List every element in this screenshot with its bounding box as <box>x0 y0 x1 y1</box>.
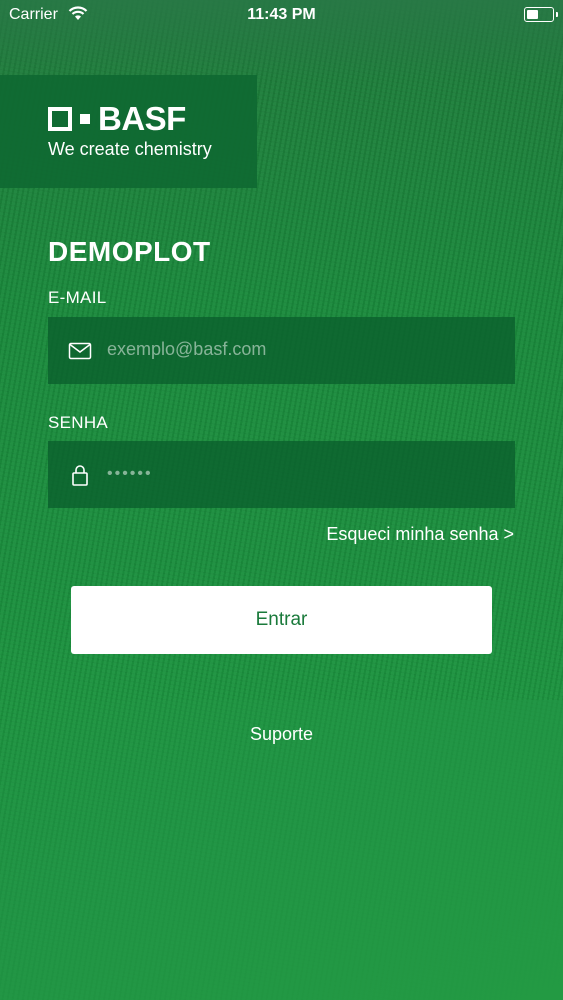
logo-wordmark: BASF <box>98 100 186 137</box>
logo-dot-icon <box>80 114 90 124</box>
login-button[interactable]: Entrar <box>71 586 492 654</box>
brand-logo-panel: BASF We create chemistry <box>0 75 257 188</box>
status-bar: Carrier 11:43 PM <box>0 0 563 30</box>
password-value: •••••• <box>107 465 153 482</box>
brand-tagline: We create chemistry <box>48 139 212 159</box>
clock: 11:43 PM <box>247 6 316 23</box>
app-title: DEMOPLOT <box>48 236 211 267</box>
email-placeholder: exemplo@basf.com <box>107 339 267 359</box>
forgot-password-link[interactable]: Esqueci minha senha > <box>326 524 514 545</box>
password-field[interactable]: •••••• <box>48 441 515 508</box>
battery-icon <box>524 7 558 22</box>
email-field[interactable]: exemplo@basf.com <box>48 317 515 384</box>
password-label: SENHA <box>48 413 109 432</box>
support-link[interactable]: Suporte <box>0 724 563 745</box>
envelope-icon <box>68 339 92 363</box>
logo-square-icon <box>48 107 72 131</box>
email-label: E-MAIL <box>48 288 107 307</box>
background-bottom-field <box>0 700 563 1000</box>
lock-icon <box>68 463 92 487</box>
basf-logo: BASF <box>48 100 186 137</box>
